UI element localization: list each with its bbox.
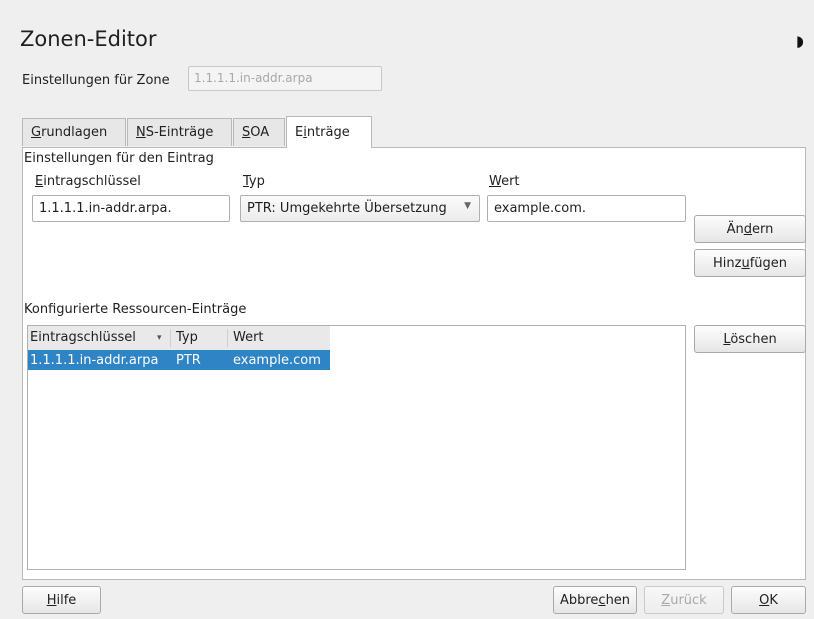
tab-grundlagen[interactable]: Grundlagen <box>22 118 126 146</box>
change-button-post: ern <box>752 222 774 237</box>
tab-grundlagen-mnemonic: G <box>31 125 42 140</box>
value-label-mnemonic: W <box>489 174 502 189</box>
moon-icon[interactable]: ◗ <box>796 32 804 50</box>
zone-label: Einstellungen für Zone <box>22 73 170 88</box>
entry-type-value: PTR: Umgekehrte Übersetzung <box>247 201 447 216</box>
cancel-button-pre: Abbre <box>559 593 599 608</box>
tab-soa-label: OA <box>250 125 270 140</box>
value-label-text: ert <box>501 174 520 189</box>
key-label: Eintragschlüssel <box>35 174 141 189</box>
row-key-cell: 1.1.1.1.in-addr.arpa <box>30 353 159 368</box>
add-button-pre: Hinz <box>712 256 742 271</box>
add-button[interactable]: Hinzufügen <box>694 249 806 277</box>
key-label-mnemonic: E <box>35 174 44 189</box>
tab-eintraege-pre: E <box>295 125 304 140</box>
add-button-post: fügen <box>749 256 787 271</box>
type-label: Typ <box>243 174 265 189</box>
column-header-key[interactable]: Eintragschlüssel <box>30 330 136 345</box>
sort-descending-icon: ▾ <box>157 333 162 343</box>
delete-button-post: öschen <box>730 332 777 347</box>
add-button-mnemonic: u <box>741 256 750 271</box>
back-button-post: urück <box>670 593 707 608</box>
row-type-cell: PTR <box>176 353 201 368</box>
back-button[interactable]: Zurück <box>644 586 724 614</box>
change-button-mnemonic: d <box>743 222 753 237</box>
entry-value-input[interactable]: example.com. <box>487 195 686 222</box>
entry-section-label: Einstellungen für den Eintrag <box>24 151 214 166</box>
entry-type-select[interactable]: PTR: Umgekehrte Übersetzung ▼ <box>240 195 480 222</box>
cancel-button-mnemonic: c <box>598 593 606 608</box>
tab-ns-mnemonic: N <box>136 125 146 140</box>
ok-button[interactable]: OK <box>731 586 806 614</box>
column-divider <box>227 329 228 347</box>
tab-eintraege[interactable]: Einträge <box>286 116 372 148</box>
tab-ns-label: S-Einträge <box>145 125 214 140</box>
page-title: Zonen-Editor <box>20 27 157 51</box>
chevron-down-icon: ▼ <box>464 201 471 211</box>
column-header-type[interactable]: Typ <box>176 330 198 345</box>
records-table[interactable]: Eintragschlüssel ▾ Typ Wert 1.1.1.1.in-a… <box>27 325 686 570</box>
help-button-post: ilfe <box>56 593 77 608</box>
change-button[interactable]: Ändern <box>694 215 806 243</box>
type-label-text: yp <box>248 174 265 189</box>
change-button-pre: Än <box>726 222 744 237</box>
help-button[interactable]: Hilfe <box>22 586 101 614</box>
table-row[interactable]: 1.1.1.1.in-addr.arpa PTR example.com <box>28 350 330 370</box>
delete-button[interactable]: Löschen <box>694 325 806 353</box>
records-section-label: Konfigurierte Ressourcen-Einträge <box>24 302 247 317</box>
column-divider <box>170 329 171 347</box>
row-value-cell: example.com <box>233 353 321 368</box>
ok-button-mnemonic: O <box>759 593 770 608</box>
ok-button-post: K <box>769 593 778 608</box>
cancel-button[interactable]: Abbrechen <box>553 586 637 614</box>
column-header-value[interactable]: Wert <box>233 330 264 345</box>
value-label: Wert <box>489 174 520 189</box>
tab-grundlagen-label: rundlagen <box>41 125 108 140</box>
tab-eintraege-label: nträge <box>306 125 350 140</box>
zone-name-field: 1.1.1.1.in-addr.arpa <box>188 66 382 91</box>
entry-key-input[interactable]: 1.1.1.1.in-addr.arpa. <box>32 195 230 222</box>
table-header: Eintragschlüssel ▾ Typ Wert <box>28 326 330 351</box>
tab-ns-eintraege[interactable]: NS-Einträge <box>127 118 232 146</box>
cancel-button-post: hen <box>605 593 631 608</box>
back-button-mnemonic: Z <box>661 593 671 608</box>
tab-soa[interactable]: SOA <box>233 118 285 146</box>
key-label-text: intragschlüssel <box>43 174 141 189</box>
zone-editor-window: Zonen-Editor ◗ Einstellungen für Zone 1.… <box>0 0 814 619</box>
